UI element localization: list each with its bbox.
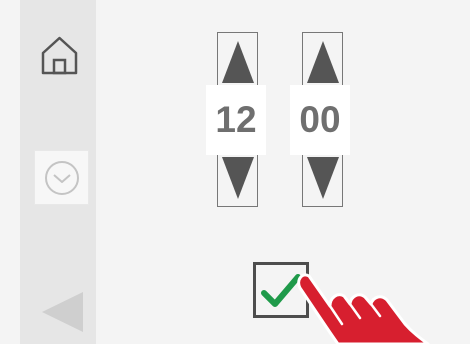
clock-button[interactable] [34, 150, 89, 205]
clock-icon [44, 160, 79, 195]
triangle-down-icon [221, 157, 254, 199]
back-arrow-icon [42, 292, 83, 332]
device-screen: 12 00 [0, 0, 473, 344]
hour-down-button[interactable] [218, 157, 257, 199]
back-button[interactable] [40, 290, 85, 334]
home-button[interactable] [37, 33, 82, 78]
minute-up-button[interactable] [303, 41, 342, 83]
minute-value[interactable]: 00 [290, 85, 350, 155]
triangle-up-icon [306, 41, 339, 83]
hour-up-button[interactable] [218, 41, 257, 83]
home-icon [41, 36, 78, 75]
confirm-button[interactable] [253, 262, 309, 318]
triangle-down-icon [306, 157, 339, 199]
hour-value[interactable]: 12 [206, 85, 266, 155]
checkmark-icon [261, 274, 301, 307]
minute-down-button[interactable] [303, 157, 342, 199]
triangle-up-icon [221, 41, 254, 83]
